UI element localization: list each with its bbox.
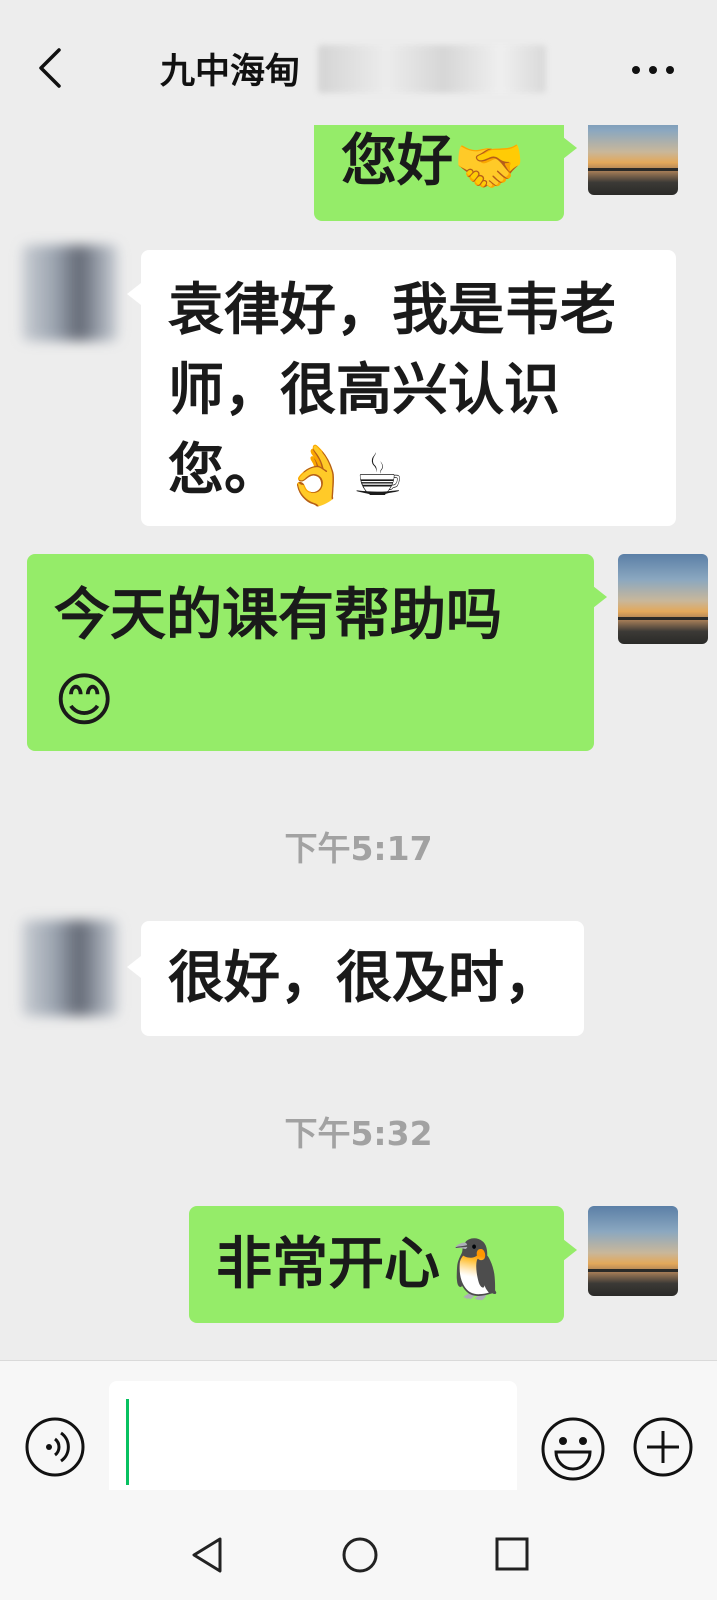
handshake-icon: 🤝	[453, 132, 526, 200]
smiling-face-icon: 😊	[54, 666, 115, 734]
nav-back-icon[interactable]	[188, 1535, 228, 1575]
bubble-tail	[593, 586, 607, 608]
penguin-icon: 🐧	[440, 1235, 513, 1303]
input-bar	[0, 1360, 717, 1499]
redacted-title-part	[318, 45, 546, 93]
timestamp: 下午5:32	[284, 1114, 433, 1153]
chat-header: 九中海甸	[0, 0, 717, 125]
ok-hand-coffee-icon: 👌☕	[280, 441, 405, 509]
message-text: 非常开心	[216, 1232, 440, 1297]
contact-avatar[interactable]	[22, 920, 118, 1016]
bubble-tail	[127, 283, 141, 305]
page-title: 九中海甸	[160, 52, 301, 92]
message-text: 很好，很及时，	[168, 946, 560, 1011]
bubble-tail	[563, 137, 577, 159]
message-line: 今天的课有帮助吗	[54, 583, 502, 648]
system-nav-bar	[0, 1490, 717, 1600]
nav-home-icon[interactable]	[340, 1535, 380, 1575]
chat-area[interactable]: 您好🤝 袁律好，我是韦老 师，很高兴认识 您。👌☕ 今天的课有帮助吗 😊 下午5…	[0, 0, 717, 1360]
more-dots-icon[interactable]	[630, 62, 676, 78]
plus-circle-icon[interactable]	[632, 1416, 694, 1478]
self-avatar[interactable]	[618, 554, 708, 644]
message-line: 袁律好，我是韦老	[168, 278, 616, 343]
bubble-tail	[563, 1239, 577, 1261]
smiley-icon[interactable]	[540, 1416, 606, 1482]
message-line: 您。	[168, 438, 280, 503]
contact-avatar[interactable]	[22, 245, 118, 341]
message-bubble-other[interactable]: 很好，很及时，	[141, 921, 584, 1036]
text-cursor	[126, 1399, 129, 1485]
message-bubble-self[interactable]: 非常开心🐧	[189, 1206, 564, 1323]
message-bubble-self[interactable]: 今天的课有帮助吗 😊	[27, 554, 594, 751]
self-avatar[interactable]	[588, 1206, 678, 1296]
nav-recent-icon[interactable]	[494, 1536, 530, 1572]
message-line: 师，很高兴认识	[168, 358, 560, 423]
voice-icon[interactable]	[24, 1416, 86, 1478]
message-text: 您好	[341, 129, 453, 194]
chevron-left-icon[interactable]	[33, 46, 73, 90]
bubble-tail	[127, 956, 141, 978]
message-input[interactable]	[109, 1381, 517, 1499]
message-bubble-other[interactable]: 袁律好，我是韦老 师，很高兴认识 您。👌☕	[141, 250, 676, 526]
timestamp: 下午5:17	[284, 829, 433, 868]
